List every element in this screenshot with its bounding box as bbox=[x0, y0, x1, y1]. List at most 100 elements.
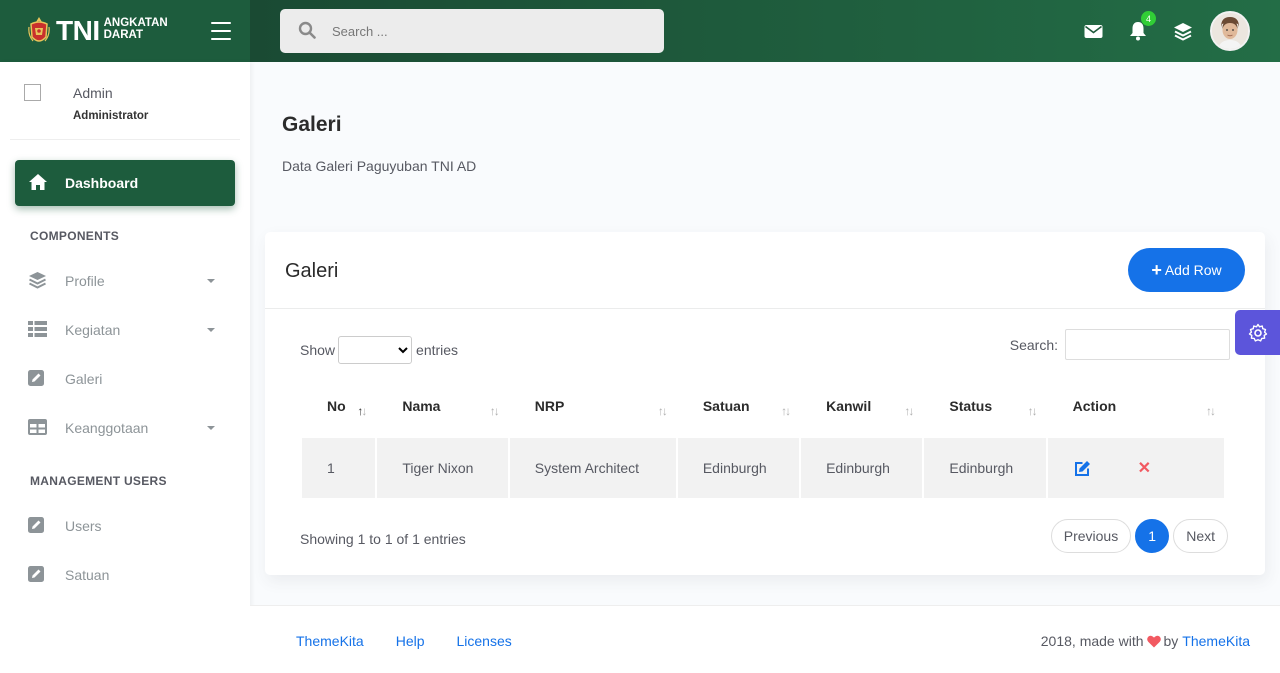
sort-icon: ↑↓ bbox=[657, 404, 668, 418]
cell-status: Edinburgh bbox=[924, 438, 1046, 498]
search-icon[interactable] bbox=[298, 21, 316, 42]
sidebar-item-label: Kegiatan bbox=[65, 322, 121, 338]
column-header-label: Kanwil bbox=[826, 398, 872, 414]
cell-no: 1 bbox=[302, 438, 376, 498]
sidebar-item-label: Satuan bbox=[65, 567, 110, 583]
chevron-down-icon bbox=[207, 426, 215, 430]
page-subtitle: Data Galeri Paguyuban TNI AD bbox=[282, 158, 477, 174]
column-header-nama[interactable]: Nama ↑↓ bbox=[377, 378, 507, 438]
galeri-table: No ↑↓ Nama ↑↓ NRP ↑↓ Satuan ↑↓ Kanwil ↑↓ Stat… bbox=[300, 378, 1226, 498]
sidebar-item-label: Users bbox=[65, 518, 102, 534]
column-header-action[interactable]: Action ↑↓ bbox=[1048, 378, 1224, 438]
card-header: Galeri + Add Row bbox=[265, 232, 1265, 309]
footer: ThemeKita Help Licenses 2018, made with … bbox=[250, 605, 1280, 673]
logo-header: TNI ANGKATAN DARAT bbox=[0, 0, 250, 62]
add-row-button[interactable]: + Add Row bbox=[1128, 248, 1245, 292]
edit-icon bbox=[28, 565, 44, 585]
table-row: 1 Tiger Nixon System Architect Edinburgh… bbox=[302, 438, 1224, 498]
column-header-kanwil[interactable]: Kanwil ↑↓ bbox=[801, 378, 922, 438]
footer-copyright: 2018, made with by ThemeKita bbox=[1041, 633, 1250, 649]
navbar-icons: 4 bbox=[1059, 0, 1250, 62]
brand-sub-line2: DARAT bbox=[103, 29, 144, 41]
footer-copy-link[interactable]: ThemeKita bbox=[1182, 633, 1250, 649]
sidebar-item-galeri[interactable]: Galeri bbox=[28, 367, 224, 391]
sort-icon: ↑↓ bbox=[904, 404, 914, 418]
brand-sub-line1: ANGKATAN bbox=[103, 17, 168, 29]
pagination-page-current[interactable]: 1 bbox=[1135, 519, 1170, 553]
table-search: Search: bbox=[1010, 329, 1230, 360]
column-header-no[interactable]: No ↑↓ bbox=[302, 378, 375, 438]
galeri-card: Galeri + Add Row Show entries Search: No… bbox=[265, 232, 1265, 575]
brand-main: TNI bbox=[56, 15, 100, 46]
sidebar-item-label: Profile bbox=[65, 273, 105, 289]
user-checkbox[interactable] bbox=[24, 84, 41, 101]
footer-link-help[interactable]: Help bbox=[396, 633, 425, 649]
column-header-label: Action bbox=[1072, 398, 1117, 414]
cell-nrp: System Architect bbox=[509, 438, 676, 498]
edit-icon bbox=[28, 516, 44, 536]
sidebar-item-label: Galeri bbox=[65, 371, 103, 387]
list-icon bbox=[28, 320, 47, 340]
section-title-management: MANAGEMENT USERS bbox=[30, 474, 167, 488]
army-emblem-icon bbox=[28, 15, 50, 47]
user-role: Administrator bbox=[73, 110, 149, 122]
column-header-label: Status bbox=[949, 398, 993, 414]
table-search-input[interactable] bbox=[1065, 329, 1230, 360]
entries-length-control: Show entries bbox=[300, 336, 458, 364]
column-header-label: No bbox=[327, 398, 346, 414]
sidebar-item-dashboard[interactable]: Dashboard bbox=[15, 160, 235, 206]
entries-label: entries bbox=[416, 342, 459, 358]
column-header-satuan[interactable]: Satuan ↑↓ bbox=[678, 378, 799, 438]
footer-links: ThemeKita Help Licenses bbox=[296, 633, 544, 649]
pagination-next[interactable]: Next bbox=[1173, 519, 1228, 553]
sort-icon: ↑↓ bbox=[781, 404, 791, 418]
footer-link-themekita[interactable]: ThemeKita bbox=[296, 633, 364, 649]
sidebar-item-label: Dashboard bbox=[65, 175, 139, 191]
cell-kanwil: Edinburgh bbox=[801, 438, 923, 498]
entries-length-select[interactable] bbox=[338, 336, 413, 364]
sidebar-toggle-hamburger-icon[interactable] bbox=[211, 22, 231, 40]
footer-copy-prefix: 2018, made with bbox=[1040, 633, 1144, 649]
sidebar-item-kegiatan[interactable]: Kegiatan bbox=[28, 318, 224, 342]
table-header-row: No ↑↓ Nama ↑↓ NRP ↑↓ Satuan ↑↓ Kanwil ↑↓ Stat… bbox=[302, 378, 1224, 438]
column-header-label: NRP bbox=[534, 398, 565, 414]
sort-icon: ↑↓ bbox=[1206, 404, 1216, 418]
sidebar: Admin Administrator Dashboard COMPONENTS… bbox=[0, 62, 250, 673]
user-avatar[interactable] bbox=[1210, 11, 1250, 51]
section-title-components: COMPONENTS bbox=[30, 229, 120, 243]
bell-icon[interactable]: 4 bbox=[1127, 11, 1156, 42]
delete-row-icon[interactable]: ✕ bbox=[1138, 458, 1151, 478]
footer-link-licenses[interactable]: Licenses bbox=[457, 633, 512, 649]
row-actions: ✕ bbox=[1048, 458, 1224, 478]
pagination: Previous 1 Next bbox=[1047, 519, 1228, 553]
search-input[interactable] bbox=[332, 23, 632, 39]
user-name[interactable]: Admin bbox=[73, 85, 113, 101]
sidebar-item-profile[interactable]: Profile bbox=[28, 269, 224, 293]
edit-row-icon[interactable] bbox=[1074, 459, 1092, 477]
search-box bbox=[280, 9, 664, 53]
settings-gear-icon[interactable] bbox=[1235, 310, 1280, 355]
brand-logo[interactable]: TNI ANGKATAN DARAT bbox=[56, 15, 168, 47]
envelope-icon[interactable] bbox=[1082, 20, 1104, 42]
grid-icon bbox=[28, 418, 47, 438]
cell-satuan: Edinburgh bbox=[677, 438, 800, 498]
table-search-label: Search: bbox=[1009, 336, 1058, 353]
layers-icon[interactable] bbox=[1172, 20, 1194, 42]
cell-action: ✕ bbox=[1047, 438, 1224, 498]
sidebar-item-keanggotaan[interactable]: Keanggotaan bbox=[28, 416, 224, 440]
column-header-nrp[interactable]: NRP ↑↓ bbox=[510, 378, 676, 438]
pagination-previous[interactable]: Previous bbox=[1050, 519, 1132, 553]
chevron-down-icon bbox=[207, 279, 215, 283]
top-navbar: 4 bbox=[250, 0, 1280, 62]
column-header-status[interactable]: Status ↑↓ bbox=[924, 378, 1045, 438]
sort-icon: ↑↓ bbox=[1027, 404, 1038, 418]
sidebar-item-satuan[interactable]: Satuan bbox=[28, 563, 224, 587]
add-row-label: Add Row bbox=[1164, 262, 1222, 278]
plus-icon: + bbox=[1151, 260, 1162, 280]
layers-icon bbox=[28, 271, 47, 292]
sidebar-item-users[interactable]: Users bbox=[28, 514, 224, 538]
show-label: Show bbox=[300, 342, 336, 358]
sort-asc-icon: ↑↓ bbox=[357, 404, 367, 418]
cell-nama: Tiger Nixon bbox=[377, 438, 508, 498]
notification-badge: 4 bbox=[1141, 11, 1156, 26]
